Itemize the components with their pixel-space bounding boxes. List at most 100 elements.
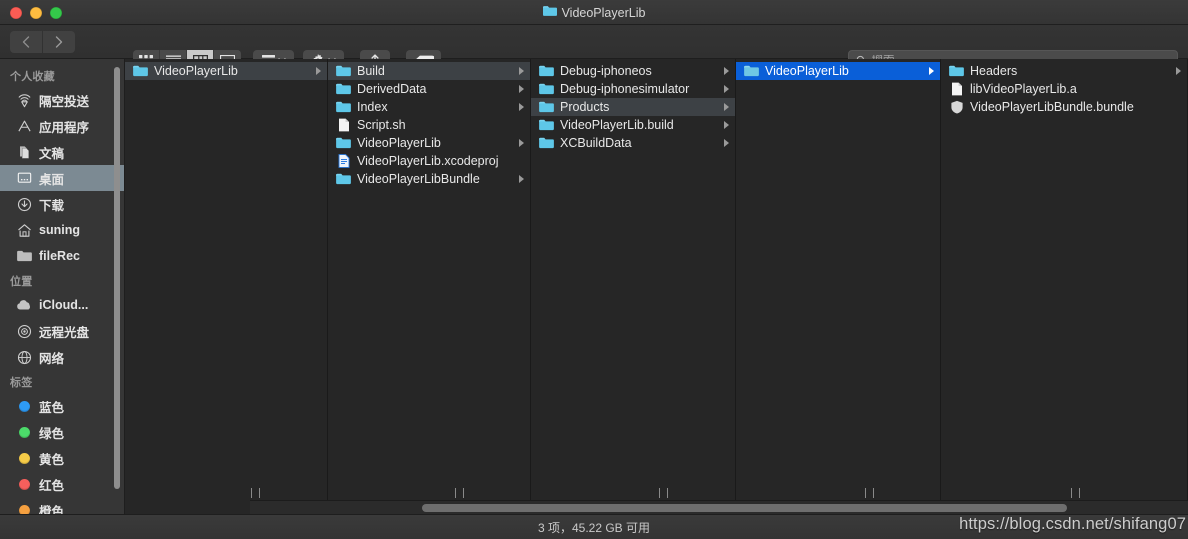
sidebar-item-label: fileRec [39,249,80,263]
folder-icon [336,172,351,187]
folder-icon [336,82,351,97]
folder-icon [949,64,964,79]
status-text: 3 项，45.22 GB 可用 [537,520,651,535]
chevron-right-icon [724,103,729,111]
sidebar-scrollbar[interactable] [114,67,120,489]
close-button[interactable] [10,7,22,19]
column-2: Build DerivedData Index Script.sh VideoP… [328,59,531,514]
sidebar-item-applications[interactable]: 应用程序 [0,113,124,139]
file-row[interactable]: XCBuildData [531,134,735,152]
sidebar-item-icloud[interactable]: iCloud... [0,292,124,318]
file-row[interactable]: Script.sh [328,116,530,134]
sidebar-item-downloads[interactable]: 下载 [0,191,124,217]
sidebar-item-airdrop[interactable]: 隔空投送 [0,87,124,113]
chevron-right-icon [519,85,524,93]
documents-icon [16,144,32,160]
folder-icon [744,64,759,79]
bundle-icon [949,100,964,115]
sidebar-item-label: 红色 [39,478,65,493]
file-name: Debug-iphoneos [560,64,652,78]
sidebar-item-label: 下载 [39,198,65,213]
folder-icon [542,4,557,22]
chevron-right-icon [519,103,524,111]
sidebar-item-label: 文稿 [39,146,65,161]
file-row[interactable]: VideoPlayerLib [328,134,530,152]
file-row[interactable]: Headers [941,62,1187,80]
tag-dot-icon [16,502,32,514]
folder-icon [336,64,351,79]
sidebar-item-remote-disc[interactable]: 远程光盘 [0,318,124,344]
airdrop-icon [16,92,32,108]
chevron-right-icon [519,139,524,147]
column-browser: VideoPlayerLib Build DerivedData Index S… [125,59,1188,514]
file-row[interactable]: VideoPlayerLibBundle.bundle [941,98,1187,116]
window-title: VideoPlayerLib [561,5,646,20]
file-name: VideoPlayerLib [154,64,238,78]
sidebar-item-label: suning [39,223,80,237]
file-row[interactable]: VideoPlayerLib [736,62,940,80]
chevron-right-icon [724,85,729,93]
file-row[interactable]: Index [328,98,530,116]
sidebar-item-tag-yellow[interactable]: 黄色 [0,445,124,471]
file-row[interactable]: VideoPlayerLib.xcodeproj [328,152,530,170]
sidebar-section-header-locations: 位置 [10,276,33,288]
window-title-group: VideoPlayerLib [0,0,1188,25]
finder-window: VideoPlayerLib 搜索 个人收藏 隔空投送 应用程序 文稿 桌面 下… [0,0,1188,539]
desktop-icon [16,170,32,186]
traffic-light-group [10,7,62,19]
forward-button[interactable] [43,30,75,53]
column-4: VideoPlayerLib [736,59,941,514]
file-row[interactable]: VideoPlayerLib [125,62,327,80]
file-icon [336,118,351,133]
sidebar-item-desktop[interactable]: 桌面 [0,165,124,191]
folder-icon [539,118,554,133]
file-name: Debug-iphonesimulator [560,82,690,96]
folder-icon [133,64,148,79]
sidebar-item-tag-red[interactable]: 红色 [0,471,124,497]
file-name: VideoPlayerLib.xcodeproj [357,154,499,168]
file-name: VideoPlayerLibBundle [357,172,480,186]
column-3: Debug-iphoneos Debug-iphonesimulator Pro… [531,59,736,514]
file-row[interactable]: libVideoPlayerLib.a [941,80,1187,98]
back-button[interactable] [10,30,42,53]
folder-icon [539,100,554,115]
icloud-icon [16,297,32,313]
file-name: libVideoPlayerLib.a [970,82,1077,96]
sidebar-item-tag-blue[interactable]: 蓝色 [0,393,124,419]
chevron-right-icon [316,67,321,75]
file-row[interactable]: Products [531,98,735,116]
sidebar-item-tag-orange[interactable]: 橙色 [0,497,124,514]
file-row[interactable]: DerivedData [328,80,530,98]
sidebar-item-filerec[interactable]: fileRec [0,243,124,269]
sidebar-item-label: 应用程序 [39,120,90,135]
chevron-right-icon [724,67,729,75]
folder-icon [336,100,351,115]
sidebar-section-header-tags: 标签 [10,377,33,389]
applications-icon [16,118,32,134]
file-row[interactable]: VideoPlayerLibBundle [328,170,530,188]
file-row[interactable]: Debug-iphoneos [531,62,735,80]
sidebar-item-network[interactable]: 网络 [0,344,124,370]
file-name: VideoPlayerLibBundle.bundle [970,100,1134,114]
window-body: 个人收藏 隔空投送 应用程序 文稿 桌面 下载 suning fileRec 位… [0,59,1188,514]
horizontal-scrollbar[interactable] [250,500,1188,514]
sidebar-item-documents[interactable]: 文稿 [0,139,124,165]
chevron-right-icon [519,67,524,75]
minimize-button[interactable] [30,7,42,19]
sidebar-item-home[interactable]: suning [0,217,124,243]
network-icon [16,349,32,365]
horizontal-scrollbar-thumb[interactable] [422,504,1067,512]
sidebar-item-tag-green[interactable]: 绿色 [0,419,124,445]
sidebar-item-label: 远程光盘 [39,325,90,340]
file-row[interactable]: Debug-iphonesimulator [531,80,735,98]
sidebar-item-label: 橙色 [39,504,65,515]
sidebar-scroll-area: 个人收藏 隔空投送 应用程序 文稿 桌面 下载 suning fileRec 位… [0,59,124,514]
disc-icon [16,323,32,339]
file-row[interactable]: Build [328,62,530,80]
file-name: DerivedData [357,82,427,96]
tag-dot-icon [16,450,32,466]
navigation-buttons [10,30,75,53]
sidebar-item-label: 隔空投送 [39,94,90,109]
file-row[interactable]: VideoPlayerLib.build [531,116,735,134]
zoom-button[interactable] [50,7,62,19]
